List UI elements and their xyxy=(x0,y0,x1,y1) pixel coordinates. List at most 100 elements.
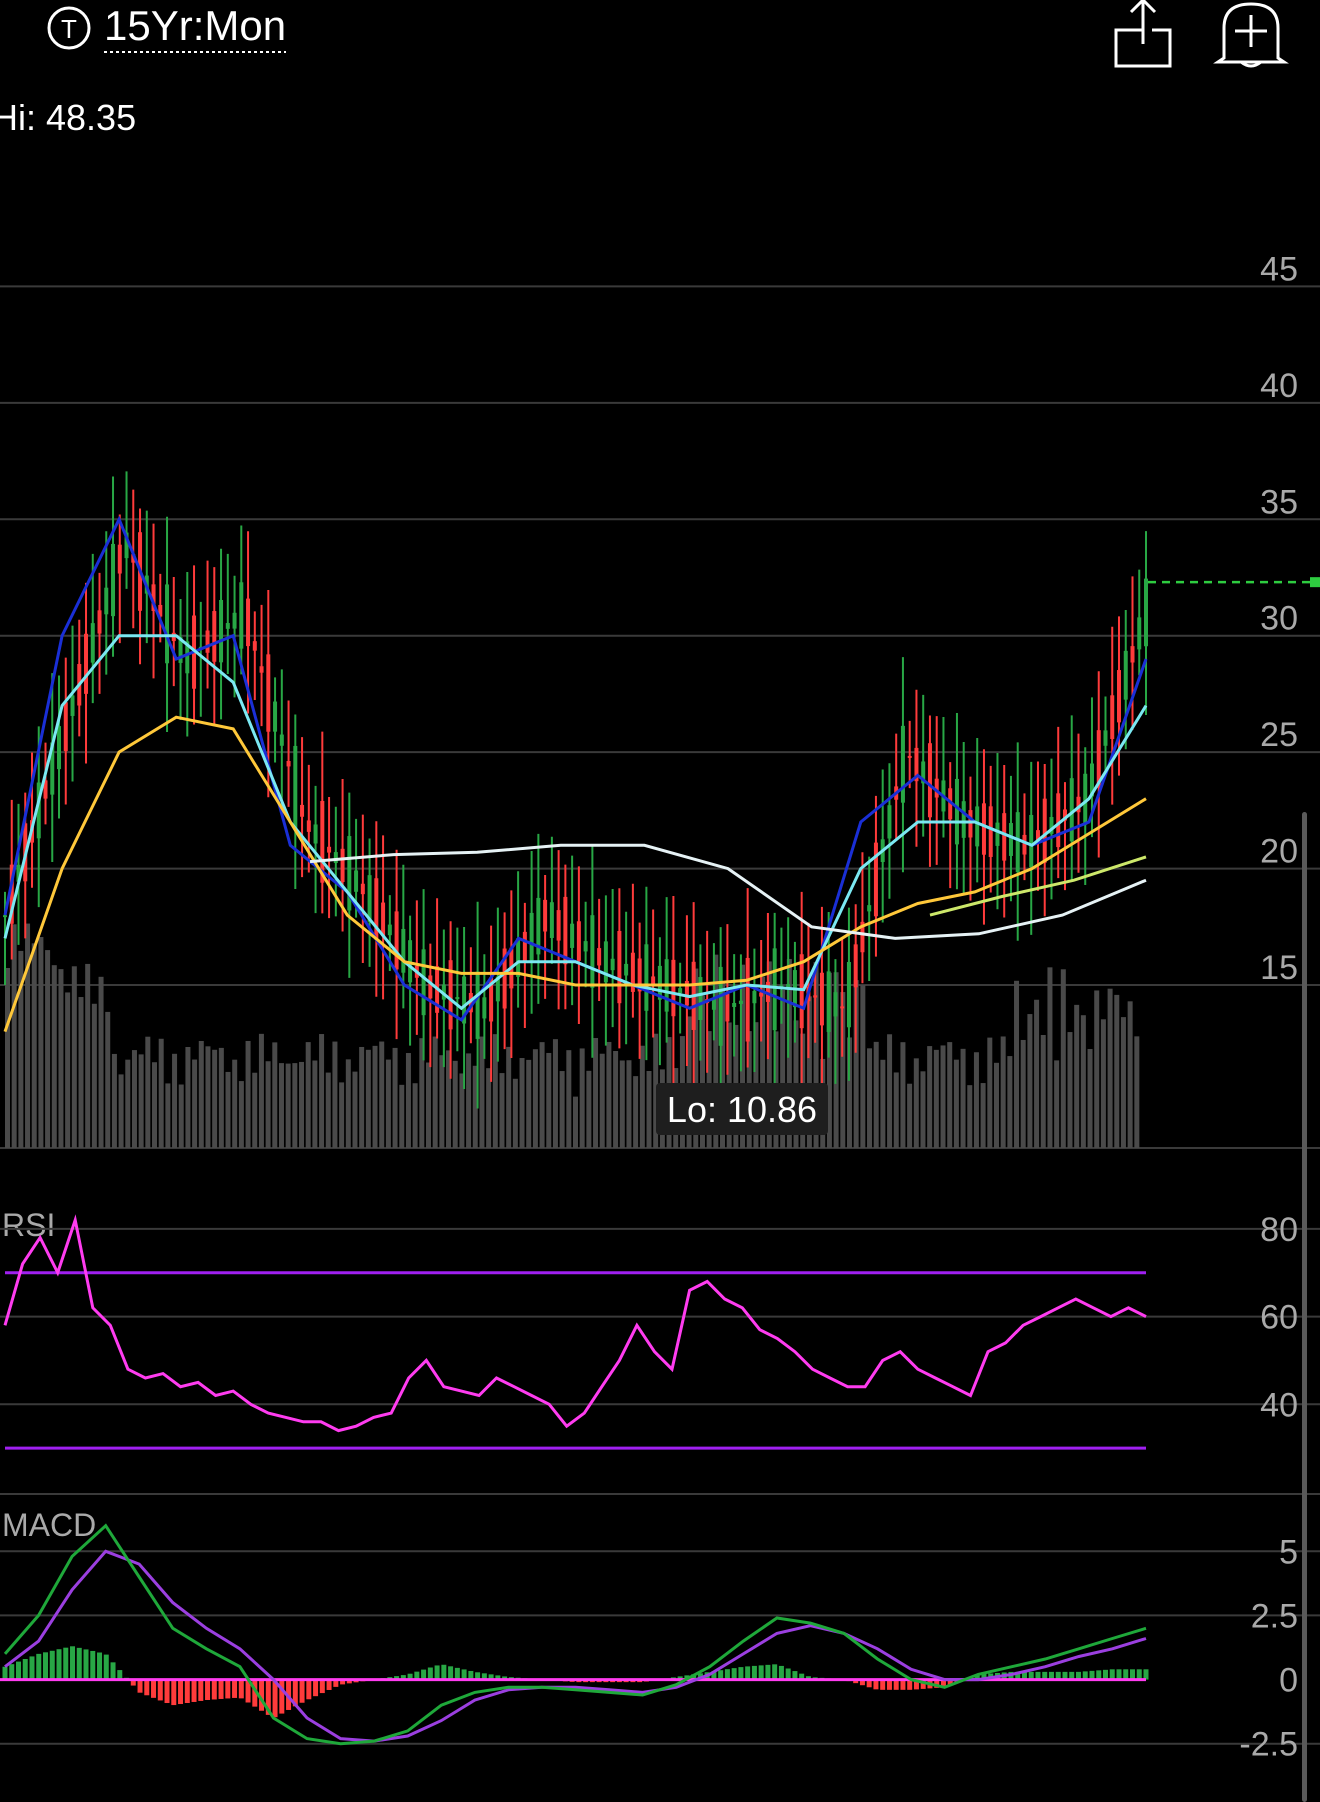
volume-bar xyxy=(65,992,71,1148)
macd-histogram-bar xyxy=(738,1667,744,1680)
volume-bar xyxy=(880,1059,886,1148)
last-price-marker xyxy=(1310,577,1320,588)
price-candle xyxy=(651,976,656,984)
volume-bar xyxy=(265,1061,271,1148)
price-candle xyxy=(360,883,365,895)
chart-canvas[interactable]: 45 40 35 30 25 20 15 Hi: 48.35 Lo: 10.86 RSI 80 60 4… xyxy=(0,0,1320,1802)
price-candle xyxy=(212,611,217,662)
volume-bar xyxy=(1040,1035,1046,1148)
price-candle xyxy=(981,803,986,855)
macd-histogram-bar xyxy=(319,1679,325,1694)
volume-bar xyxy=(987,1037,993,1148)
price-candle xyxy=(205,630,210,653)
price-candle xyxy=(853,944,858,988)
macd-histogram-bar xyxy=(1143,1669,1149,1680)
macd-histogram-bar xyxy=(1123,1669,1129,1680)
price-candle xyxy=(219,600,224,663)
price-tick-35: 35 xyxy=(1260,483,1298,521)
price-candle xyxy=(745,957,750,1042)
price-candle xyxy=(286,760,291,767)
volume-bar xyxy=(1074,1004,1080,1148)
volume-bar xyxy=(198,1040,204,1148)
price-candle xyxy=(306,820,311,832)
price-candle xyxy=(529,912,534,961)
macd-histogram-bar xyxy=(151,1679,157,1698)
volume-bar xyxy=(867,1048,873,1148)
volume-bar xyxy=(967,1085,973,1148)
price-candle xyxy=(1042,798,1047,863)
scrollbar[interactable] xyxy=(1302,812,1307,1802)
price-candle xyxy=(549,902,554,938)
macd-histogram-bar xyxy=(434,1665,440,1680)
price-candle xyxy=(70,695,75,716)
volume-bar xyxy=(947,1042,953,1148)
macd-histogram-bar xyxy=(461,1669,467,1680)
macd-histogram-bar xyxy=(893,1679,899,1690)
volume-bar xyxy=(466,1053,472,1148)
volume-bar xyxy=(439,1055,445,1148)
price-tick-30: 30 xyxy=(1260,600,1298,638)
volume-bar xyxy=(325,1072,331,1148)
macd-histogram-bar xyxy=(772,1664,778,1680)
volume-bar xyxy=(539,1042,545,1148)
volume-bar xyxy=(953,1059,959,1148)
price-candle xyxy=(576,921,581,961)
macd-histogram-bar xyxy=(758,1665,764,1680)
volume-bar xyxy=(45,950,51,1148)
volume-bar xyxy=(873,1041,879,1148)
macd-histogram-bar xyxy=(63,1647,69,1680)
volume-bar xyxy=(319,1034,325,1148)
price-tick-25: 25 xyxy=(1260,716,1298,754)
volume-bar xyxy=(506,1046,512,1148)
volume-bar xyxy=(980,1083,986,1148)
price-candle xyxy=(556,910,561,941)
volume-bar xyxy=(860,985,866,1148)
price-candle xyxy=(1116,670,1121,723)
macd-histogram-bar xyxy=(1129,1669,1135,1680)
price-candle xyxy=(819,972,824,1026)
price-candle xyxy=(1056,793,1061,848)
macd-histogram-bar xyxy=(306,1679,312,1700)
volume-bar xyxy=(1014,980,1020,1148)
macd-histogram-bar xyxy=(83,1649,89,1680)
macd-histogram-bar xyxy=(225,1679,231,1699)
macd-histogram-bar xyxy=(745,1666,751,1680)
volume-bar xyxy=(5,968,10,1148)
volume-bar xyxy=(85,963,91,1148)
price-candle xyxy=(63,702,68,752)
volume-bar xyxy=(1060,969,1066,1148)
macd-signal-line xyxy=(4,1549,1147,1743)
macd-histogram-bar xyxy=(454,1667,460,1680)
volume-bar xyxy=(111,1053,117,1148)
price-candle xyxy=(3,915,7,918)
volume-bar xyxy=(586,1070,592,1148)
volume-bar xyxy=(552,1039,558,1148)
macd-histogram-bar xyxy=(326,1679,332,1690)
macd-histogram-bar xyxy=(16,1661,22,1680)
volume-bar xyxy=(519,1058,525,1148)
macd-histogram-bar xyxy=(778,1665,784,1680)
volume-bar xyxy=(131,1050,137,1148)
volume-bar xyxy=(579,1048,585,1148)
volume-bar xyxy=(91,1003,97,1148)
macd-tick-0: 0 xyxy=(1279,1662,1298,1700)
price-candle xyxy=(1022,834,1027,855)
volume-bar xyxy=(399,1084,405,1148)
macd-histogram-bar xyxy=(1109,1669,1115,1680)
volume-bar xyxy=(118,1074,124,1148)
macd-histogram-bar xyxy=(97,1652,103,1680)
volume-bar xyxy=(178,1084,184,1148)
macd-histogram-bar xyxy=(29,1656,35,1680)
price-candle xyxy=(482,997,487,1019)
moving-average-line-1 xyxy=(3,515,1148,1022)
volume-bar xyxy=(31,943,37,1148)
volume-bar xyxy=(158,1038,164,1148)
volume-bar xyxy=(927,1046,933,1148)
price-tick-15: 15 xyxy=(1260,949,1298,987)
volume-bar xyxy=(1047,967,1053,1148)
price-candle xyxy=(846,962,851,1028)
volume-bar xyxy=(626,1060,632,1148)
volume-bar xyxy=(499,1073,505,1148)
volume-bar xyxy=(392,1047,398,1148)
price-candle xyxy=(354,870,359,892)
